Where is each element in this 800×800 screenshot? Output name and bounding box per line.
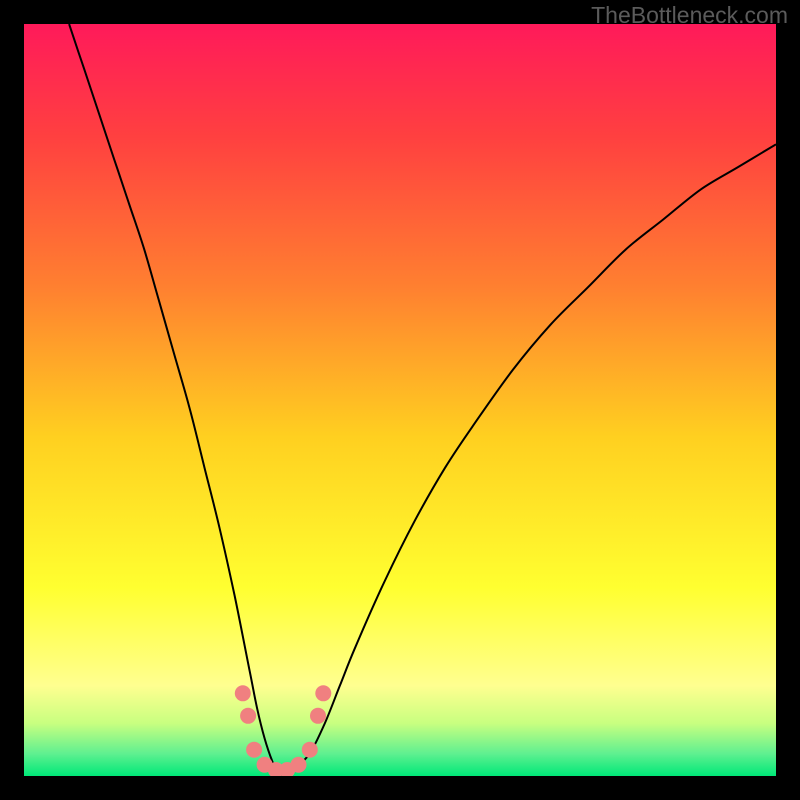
watermark-text: TheBottleneck.com xyxy=(591,2,788,29)
bottleneck-chart xyxy=(24,24,776,776)
valley-point-marker xyxy=(302,742,318,758)
gradient-background xyxy=(24,24,776,776)
valley-point-marker xyxy=(235,685,251,701)
valley-point-marker xyxy=(315,685,331,701)
valley-point-marker xyxy=(240,708,256,724)
valley-point-marker xyxy=(291,757,307,773)
chart-frame xyxy=(24,24,776,776)
valley-point-marker xyxy=(246,742,262,758)
valley-point-marker xyxy=(310,708,326,724)
